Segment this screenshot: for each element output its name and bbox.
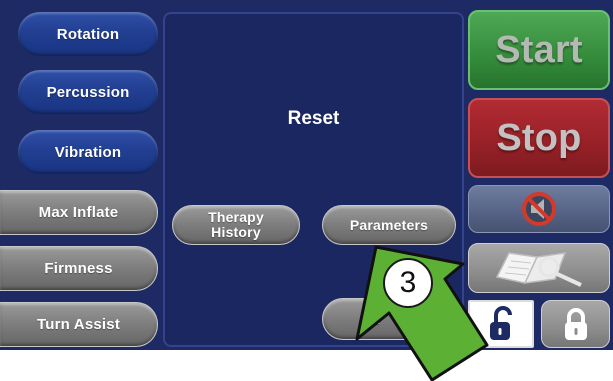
unlocked-padlock-icon [490,306,512,340]
turn-assist-button[interactable]: Turn Assist [0,302,158,347]
lock-button[interactable] [541,300,610,348]
max-inflate-label: Max Inflate [38,204,119,221]
firmness-button[interactable]: Firmness [0,246,158,291]
manual-book-icon [495,252,582,287]
turn-assist-label: Turn Assist [36,316,121,333]
percussion-button[interactable]: Percussion [18,70,158,114]
start-button[interactable]: Start [468,10,610,90]
parameters-label: Parameters [349,216,429,233]
therapy-history-button[interactable]: Therapy History [172,205,300,245]
stop-label: Stop [496,116,582,159]
stop-button[interactable]: Stop [468,98,610,178]
parameters-button[interactable]: Parameters [322,205,456,245]
speaker-muted-icon [522,192,556,226]
device-screen: Rotation Percussion Vibration Max Inflat… [0,0,613,350]
step-number-badge: 3 [383,258,433,308]
cancel-button[interactable]: Ca [322,298,456,340]
vibration-label: Vibration [54,143,122,161]
rotation-button[interactable]: Rotation [18,12,158,56]
rotation-label: Rotation [56,25,120,43]
manual-button[interactable] [468,243,610,293]
vibration-button[interactable]: Vibration [18,130,158,174]
therapy-history-label: Therapy History [208,209,264,240]
locked-padlock-icon [564,308,587,340]
unlock-button[interactable] [468,300,534,348]
max-inflate-button[interactable]: Max Inflate [0,190,158,235]
percussion-label: Percussion [46,83,130,101]
firmness-label: Firmness [44,260,113,277]
start-label: Start [495,28,583,71]
reset-title: Reset [287,108,340,129]
silence-alarm-button[interactable] [468,185,610,233]
cancel-label: Ca [361,310,380,327]
